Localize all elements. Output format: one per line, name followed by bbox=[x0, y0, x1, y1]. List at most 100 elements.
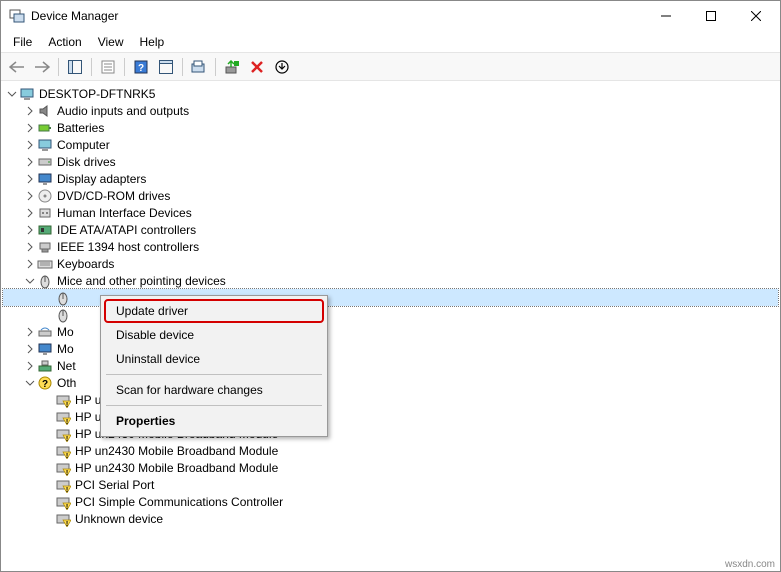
toolbar-action-button[interactable] bbox=[154, 56, 178, 78]
tree-device-node[interactable]: ! Unknown device bbox=[3, 510, 778, 527]
unknown-device-warning-icon: ! bbox=[55, 426, 71, 442]
expander-none bbox=[41, 495, 55, 509]
menu-action[interactable]: Action bbox=[40, 33, 89, 51]
tree-node-label: Audio inputs and outputs bbox=[57, 104, 189, 118]
tree-category-mice[interactable]: Mice and other pointing devices bbox=[3, 272, 778, 289]
svg-text:!: ! bbox=[66, 453, 68, 459]
toolbar-disable-button[interactable] bbox=[270, 56, 294, 78]
tree-category-node[interactable]: Audio inputs and outputs bbox=[3, 102, 778, 119]
menu-view[interactable]: View bbox=[90, 33, 132, 51]
toolbar-uninstall-button[interactable] bbox=[245, 56, 269, 78]
tree-category-node[interactable]: IDE ATA/ATAPI controllers bbox=[3, 221, 778, 238]
expander-open-icon[interactable] bbox=[5, 87, 19, 101]
tree-device-node[interactable]: ! PCI Serial Port bbox=[3, 476, 778, 493]
toolbar-back-button[interactable] bbox=[5, 56, 29, 78]
modem-icon bbox=[37, 324, 53, 340]
context-menu-uninstall-device[interactable]: Uninstall device bbox=[104, 347, 324, 371]
tree-node-label: DVD/CD-ROM drives bbox=[57, 189, 170, 203]
expander-closed-icon[interactable] bbox=[23, 121, 37, 135]
hid-icon bbox=[37, 205, 53, 221]
expander-closed-icon[interactable] bbox=[23, 342, 37, 356]
expander-closed-icon[interactable] bbox=[23, 240, 37, 254]
close-button[interactable] bbox=[733, 1, 778, 31]
computer-icon bbox=[19, 86, 35, 102]
toolbar-show-hide-tree-button[interactable] bbox=[63, 56, 87, 78]
expander-closed-icon[interactable] bbox=[23, 257, 37, 271]
toolbar-forward-button[interactable] bbox=[30, 56, 54, 78]
expander-closed-icon[interactable] bbox=[23, 359, 37, 373]
tree-category-node[interactable]: Display adapters bbox=[3, 170, 778, 187]
device-manager-window: Device Manager File Action View Help ? bbox=[0, 0, 781, 572]
computer-icon bbox=[37, 137, 53, 153]
tree-category-node[interactable]: Human Interface Devices bbox=[3, 204, 778, 221]
network-icon bbox=[37, 358, 53, 374]
context-menu-properties[interactable]: Properties bbox=[104, 409, 324, 433]
expander-none bbox=[41, 393, 55, 407]
expander-none bbox=[41, 410, 55, 424]
expander-closed-icon[interactable] bbox=[23, 206, 37, 220]
context-menu-disable-device[interactable]: Disable device bbox=[104, 323, 324, 347]
tree-node-label: IDE ATA/ATAPI controllers bbox=[57, 223, 196, 237]
toolbar-separator bbox=[124, 58, 125, 76]
expander-closed-icon[interactable] bbox=[23, 155, 37, 169]
expander-closed-icon[interactable] bbox=[23, 223, 37, 237]
maximize-button[interactable] bbox=[688, 1, 733, 31]
tree-device-node[interactable]: ! HP un2430 Mobile Broadband Module bbox=[3, 442, 778, 459]
tree-node-label: Display adapters bbox=[57, 172, 146, 186]
tree-category-node[interactable]: IEEE 1394 host controllers bbox=[3, 238, 778, 255]
menubar: File Action View Help bbox=[1, 31, 780, 53]
expander-closed-icon[interactable] bbox=[23, 189, 37, 203]
tree-node-label: Oth bbox=[57, 376, 76, 390]
disk-icon bbox=[37, 154, 53, 170]
tree-node-label: HP un2430 Mobile Broadband Module bbox=[75, 461, 278, 475]
tree-node-label: PCI Serial Port bbox=[75, 478, 154, 492]
tree-node-label: Keyboards bbox=[57, 257, 114, 271]
toolbar-scan-button[interactable] bbox=[187, 56, 211, 78]
tree-category-node[interactable]: Keyboards bbox=[3, 255, 778, 272]
window-title: Device Manager bbox=[31, 9, 643, 23]
menu-file[interactable]: File bbox=[5, 33, 40, 51]
tree-device-node[interactable]: ! HP un2430 Mobile Broadband Module bbox=[3, 459, 778, 476]
tree-device-node[interactable]: ! PCI Simple Communications Controller bbox=[3, 493, 778, 510]
unknown-device-warning-icon: ! bbox=[55, 392, 71, 408]
unknown-device-warning-icon: ! bbox=[55, 494, 71, 510]
tree-category-node[interactable]: Batteries bbox=[3, 119, 778, 136]
expander-closed-icon[interactable] bbox=[23, 172, 37, 186]
keyboard-icon bbox=[37, 256, 53, 272]
expander-none bbox=[41, 512, 55, 526]
toolbar-help-button[interactable]: ? bbox=[129, 56, 153, 78]
dvd-icon bbox=[37, 188, 53, 204]
app-icon bbox=[9, 8, 25, 24]
tree-category-node[interactable]: Disk drives bbox=[3, 153, 778, 170]
context-menu-update-driver[interactable]: Update driver bbox=[104, 299, 324, 323]
expander-closed-icon[interactable] bbox=[23, 325, 37, 339]
menu-help[interactable]: Help bbox=[132, 33, 173, 51]
tree-category-node[interactable]: Computer bbox=[3, 136, 778, 153]
context-menu-scan[interactable]: Scan for hardware changes bbox=[104, 378, 324, 402]
tree-node-label: PCI Simple Communications Controller bbox=[75, 495, 283, 509]
toolbar-properties-button[interactable] bbox=[96, 56, 120, 78]
tree-node-label: Unknown device bbox=[75, 512, 163, 526]
tree-node-label: Mo bbox=[57, 325, 74, 339]
ide-icon bbox=[37, 222, 53, 238]
svg-text:!: ! bbox=[66, 504, 68, 510]
expander-none bbox=[41, 427, 55, 441]
tree-root-node[interactable]: DESKTOP-DFTNRK5 bbox=[3, 85, 778, 102]
tree-node-label: DESKTOP-DFTNRK5 bbox=[39, 87, 155, 101]
minimize-button[interactable] bbox=[643, 1, 688, 31]
expander-closed-icon[interactable] bbox=[23, 138, 37, 152]
expander-open-icon[interactable] bbox=[23, 376, 37, 390]
svg-text:!: ! bbox=[66, 470, 68, 476]
toolbar-update-driver-button[interactable] bbox=[220, 56, 244, 78]
other-devices-icon: ? bbox=[37, 375, 53, 391]
display-icon bbox=[37, 171, 53, 187]
tree-category-node[interactable]: DVD/CD-ROM drives bbox=[3, 187, 778, 204]
titlebar: Device Manager bbox=[1, 1, 780, 31]
tree-node-label: HP un2430 Mobile Broadband Module bbox=[75, 444, 278, 458]
toolbar-separator bbox=[91, 58, 92, 76]
tree-node-label: Mice and other pointing devices bbox=[57, 274, 226, 288]
toolbar-separator bbox=[58, 58, 59, 76]
expander-open-icon[interactable] bbox=[23, 274, 37, 288]
expander-closed-icon[interactable] bbox=[23, 104, 37, 118]
svg-text:?: ? bbox=[138, 63, 144, 74]
